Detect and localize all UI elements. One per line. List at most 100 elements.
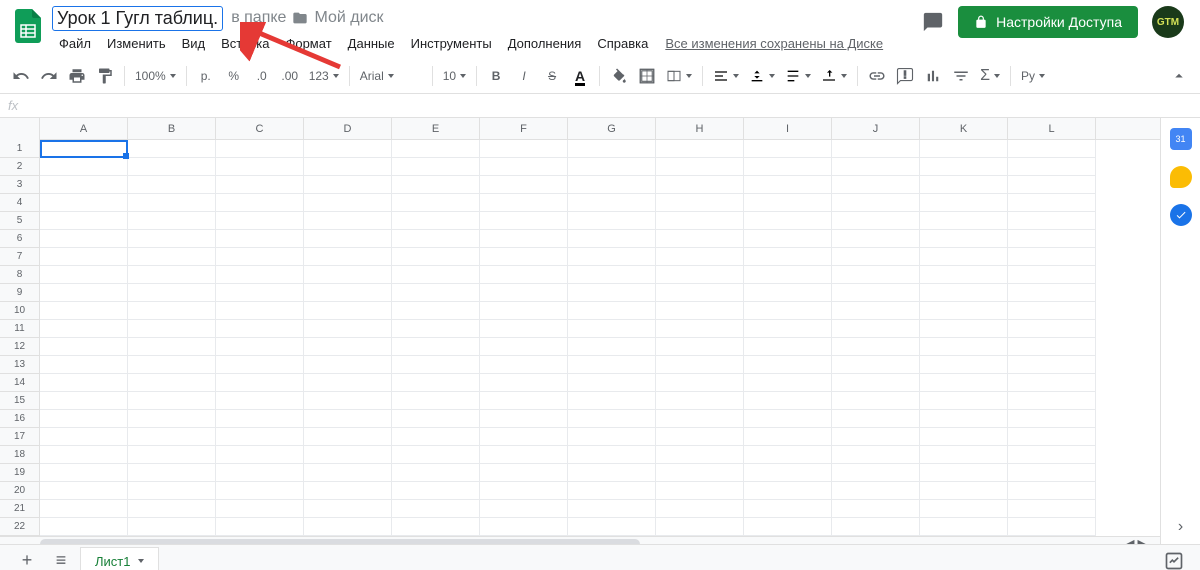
cell-G2[interactable] <box>568 158 656 176</box>
cell-K20[interactable] <box>920 482 1008 500</box>
cell-F20[interactable] <box>480 482 568 500</box>
menu-data[interactable]: Данные <box>341 32 402 55</box>
row-header-1[interactable]: 1 <box>0 140 40 158</box>
cell-E2[interactable] <box>392 158 480 176</box>
cell-I11[interactable] <box>744 320 832 338</box>
cell-G17[interactable] <box>568 428 656 446</box>
cell-D18[interactable] <box>304 446 392 464</box>
cell-H7[interactable] <box>656 248 744 266</box>
cell-B11[interactable] <box>128 320 216 338</box>
cell-H12[interactable] <box>656 338 744 356</box>
cell-G8[interactable] <box>568 266 656 284</box>
cell-D9[interactable] <box>304 284 392 302</box>
cell-A3[interactable] <box>40 176 128 194</box>
cell-E1[interactable] <box>392 140 480 158</box>
cell-J18[interactable] <box>832 446 920 464</box>
cell-L17[interactable] <box>1008 428 1096 446</box>
cell-C21[interactable] <box>216 500 304 518</box>
column-header-L[interactable]: L <box>1008 118 1096 140</box>
row-header-22[interactable]: 22 <box>0 518 40 536</box>
cell-B15[interactable] <box>128 392 216 410</box>
cell-J2[interactable] <box>832 158 920 176</box>
cell-F13[interactable] <box>480 356 568 374</box>
cell-B10[interactable] <box>128 302 216 320</box>
number-format-dropdown[interactable]: 123 <box>305 63 343 89</box>
cell-J10[interactable] <box>832 302 920 320</box>
cell-G7[interactable] <box>568 248 656 266</box>
cell-H14[interactable] <box>656 374 744 392</box>
menu-view[interactable]: Вид <box>175 32 213 55</box>
cell-K19[interactable] <box>920 464 1008 482</box>
cell-H11[interactable] <box>656 320 744 338</box>
cell-G1[interactable] <box>568 140 656 158</box>
cell-L11[interactable] <box>1008 320 1096 338</box>
cell-F7[interactable] <box>480 248 568 266</box>
cell-F18[interactable] <box>480 446 568 464</box>
cell-E8[interactable] <box>392 266 480 284</box>
horizontal-align-button[interactable] <box>709 63 743 89</box>
cell-A19[interactable] <box>40 464 128 482</box>
cell-E18[interactable] <box>392 446 480 464</box>
cell-J22[interactable] <box>832 518 920 536</box>
cell-J6[interactable] <box>832 230 920 248</box>
cell-I3[interactable] <box>744 176 832 194</box>
cell-L16[interactable] <box>1008 410 1096 428</box>
font-family-dropdown[interactable]: Arial <box>356 63 426 89</box>
cell-E19[interactable] <box>392 464 480 482</box>
cell-D15[interactable] <box>304 392 392 410</box>
cell-K12[interactable] <box>920 338 1008 356</box>
cell-H2[interactable] <box>656 158 744 176</box>
cell-I2[interactable] <box>744 158 832 176</box>
cell-B3[interactable] <box>128 176 216 194</box>
cell-J3[interactable] <box>832 176 920 194</box>
sheet-tab-1[interactable]: Лист1 <box>80 547 159 570</box>
cell-D8[interactable] <box>304 266 392 284</box>
cell-G12[interactable] <box>568 338 656 356</box>
column-header-A[interactable]: A <box>40 118 128 140</box>
row-header-18[interactable]: 18 <box>0 446 40 464</box>
row-header-15[interactable]: 15 <box>0 392 40 410</box>
cell-K3[interactable] <box>920 176 1008 194</box>
cell-L19[interactable] <box>1008 464 1096 482</box>
cell-F16[interactable] <box>480 410 568 428</box>
cell-L1[interactable] <box>1008 140 1096 158</box>
cell-K8[interactable] <box>920 266 1008 284</box>
cell-K11[interactable] <box>920 320 1008 338</box>
cell-C14[interactable] <box>216 374 304 392</box>
row-header-16[interactable]: 16 <box>0 410 40 428</box>
cell-D1[interactable] <box>304 140 392 158</box>
row-header-19[interactable]: 19 <box>0 464 40 482</box>
borders-button[interactable] <box>634 63 660 89</box>
cell-C6[interactable] <box>216 230 304 248</box>
text-wrap-button[interactable] <box>781 63 815 89</box>
cell-E22[interactable] <box>392 518 480 536</box>
row-header-8[interactable]: 8 <box>0 266 40 284</box>
cell-G16[interactable] <box>568 410 656 428</box>
cell-F10[interactable] <box>480 302 568 320</box>
cell-L13[interactable] <box>1008 356 1096 374</box>
cell-L12[interactable] <box>1008 338 1096 356</box>
cell-F6[interactable] <box>480 230 568 248</box>
cell-B18[interactable] <box>128 446 216 464</box>
cell-F2[interactable] <box>480 158 568 176</box>
cell-A11[interactable] <box>40 320 128 338</box>
cell-G9[interactable] <box>568 284 656 302</box>
cell-D7[interactable] <box>304 248 392 266</box>
cell-C18[interactable] <box>216 446 304 464</box>
cell-F1[interactable] <box>480 140 568 158</box>
cell-H18[interactable] <box>656 446 744 464</box>
cell-A9[interactable] <box>40 284 128 302</box>
cell-L14[interactable] <box>1008 374 1096 392</box>
cell-C16[interactable] <box>216 410 304 428</box>
cell-I15[interactable] <box>744 392 832 410</box>
cell-G18[interactable] <box>568 446 656 464</box>
cell-L2[interactable] <box>1008 158 1096 176</box>
cell-F12[interactable] <box>480 338 568 356</box>
input-language-button[interactable]: Ру <box>1017 63 1049 89</box>
cell-B12[interactable] <box>128 338 216 356</box>
cell-G5[interactable] <box>568 212 656 230</box>
cell-K10[interactable] <box>920 302 1008 320</box>
filter-button[interactable] <box>948 63 974 89</box>
cell-L20[interactable] <box>1008 482 1096 500</box>
paint-format-button[interactable] <box>92 63 118 89</box>
